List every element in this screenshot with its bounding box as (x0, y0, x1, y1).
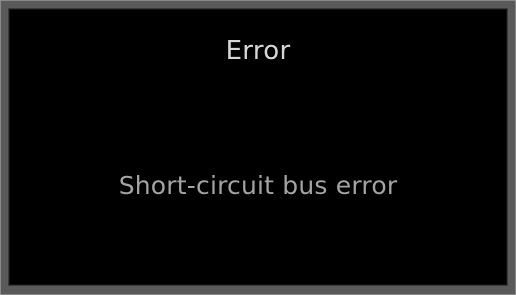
device-frame: Error Short-circuit bus error (0, 0, 516, 295)
dialog-title: Error (225, 36, 291, 66)
error-message: Short-circuit bus error (118, 171, 398, 200)
error-dialog: Error Short-circuit bus error (8, 8, 508, 286)
